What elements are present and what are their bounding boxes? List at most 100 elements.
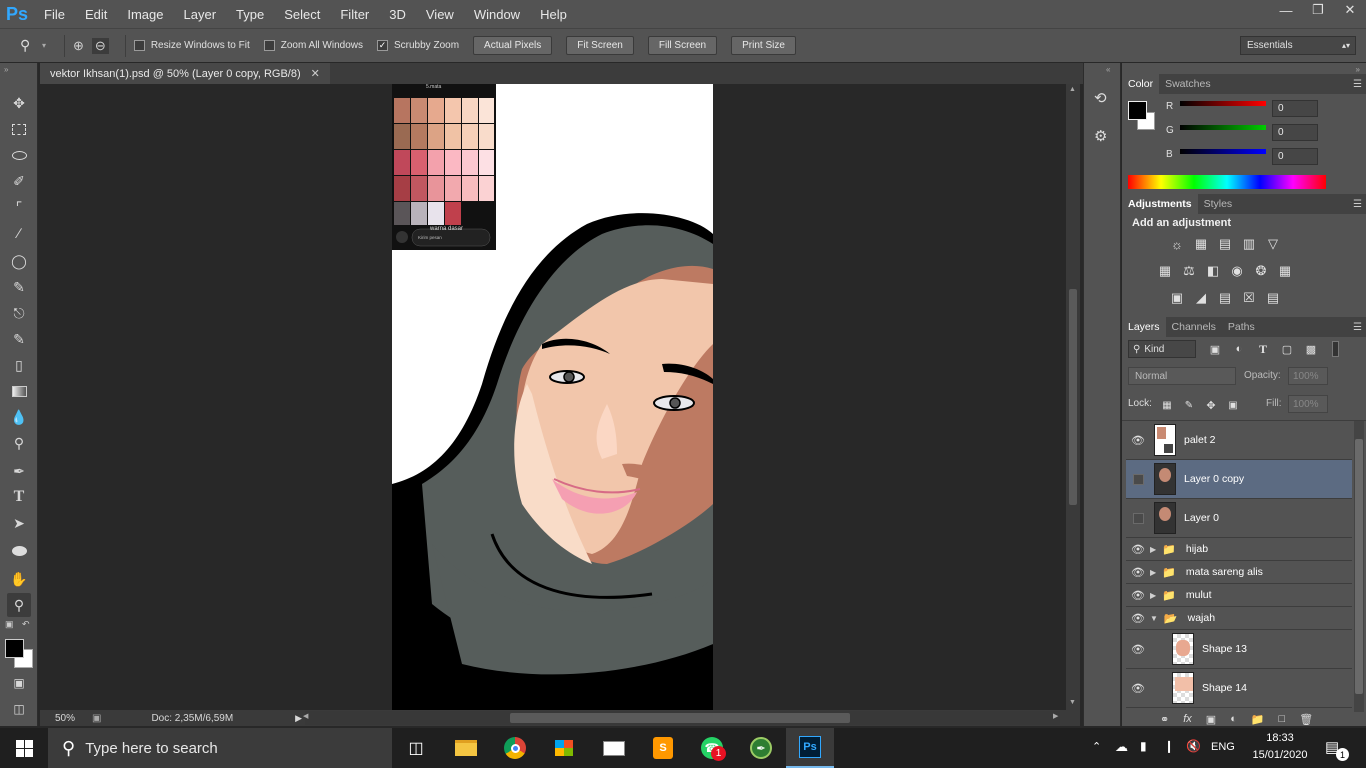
expand-arrow-icon[interactable]: ▶ (1150, 591, 1156, 600)
channel-r-value[interactable]: 0 (1272, 100, 1318, 117)
blend-mode-select[interactable]: Normal (1128, 367, 1236, 385)
delete-layer-icon[interactable]: 🗑 (1299, 713, 1313, 726)
eye-icon[interactable]: 👁 (1126, 589, 1150, 602)
clone-stamp-tool-icon[interactable]: ⎋ (7, 301, 31, 325)
status-menu-arrow-icon[interactable]: ▶ (295, 713, 302, 724)
photo-filter-icon[interactable]: ◉ (1228, 262, 1246, 280)
restore-button[interactable]: ❐ (1302, 0, 1334, 20)
shape-filter-icon[interactable]: ▢ (1278, 340, 1296, 358)
menu-select[interactable]: Select (274, 0, 330, 28)
taskbar-search[interactable]: ⚲ Type here to search (48, 728, 392, 768)
foreground-color-swatch[interactable] (5, 639, 24, 658)
channel-b-slider[interactable] (1180, 149, 1266, 154)
vibrance-icon[interactable]: ▽ (1264, 235, 1282, 253)
minimize-button[interactable]: — (1270, 0, 1302, 20)
vertical-scroll-thumb[interactable] (1069, 289, 1077, 505)
quick-selection-tool-icon[interactable]: ✐ (7, 169, 31, 193)
language-indicator[interactable]: ENG (1211, 741, 1235, 753)
microsoft-store-icon[interactable] (550, 734, 578, 762)
canvas-area[interactable]: 5.mata warna dasar Kirim pesan (40, 84, 1066, 710)
layers-scrollbar[interactable] (1354, 421, 1364, 713)
tab-styles[interactable]: Styles (1198, 194, 1239, 214)
curves-icon[interactable]: ▤ (1216, 235, 1234, 253)
color-lookup-icon[interactable]: ▦ (1276, 262, 1294, 280)
pen-app-icon[interactable]: ✒ (747, 734, 775, 762)
lock-all-icon[interactable]: ▣ (1224, 396, 1242, 414)
hue-saturation-icon[interactable]: ▦ (1156, 262, 1174, 280)
dodge-tool-icon[interactable]: ⚲ (7, 431, 31, 455)
smart-object-filter-icon[interactable]: ▩ (1302, 340, 1320, 358)
type-tool-icon[interactable]: T (7, 485, 31, 509)
tab-channels[interactable]: Channels (1166, 317, 1222, 337)
mail-icon[interactable] (600, 734, 628, 762)
zoom-all-checkbox[interactable]: Zoom All Windows (263, 40, 363, 51)
lock-position-icon[interactable]: ✥ (1202, 396, 1220, 414)
document-canvas[interactable]: 5.mata warna dasar Kirim pesan (392, 84, 713, 710)
channel-b-value[interactable]: 0 (1272, 148, 1318, 165)
close-tab-icon[interactable]: ✕ (311, 67, 320, 80)
horizontal-scroll-thumb[interactable] (510, 713, 850, 723)
screen-mode-icon[interactable]: ◫ (7, 697, 31, 721)
actual-pixels-button[interactable]: Actual Pixels (473, 36, 553, 55)
layer-row[interactable]: Layer 0 copy (1126, 460, 1352, 499)
chrome-icon[interactable] (501, 734, 529, 762)
collapse-panels-icon[interactable]: » (1356, 65, 1360, 74)
levels-icon[interactable]: ▦ (1192, 235, 1210, 253)
brush-tool-icon[interactable]: ✎ (7, 275, 31, 299)
layers-scroll-thumb[interactable] (1355, 439, 1363, 694)
horizontal-scrollbar[interactable]: ◀ ▶ (303, 711, 1060, 725)
fg-color-swatch[interactable] (1128, 101, 1147, 120)
status-icon[interactable]: ▣ (92, 713, 101, 724)
close-button[interactable]: ✕ (1334, 0, 1366, 20)
pixel-filter-icon[interactable]: ▣ (1206, 340, 1224, 358)
crop-tool-icon[interactable]: ⌜ (7, 195, 31, 219)
layer-group-row[interactable]: 👁 ▶ 📁 hijab (1126, 538, 1352, 561)
sublime-text-icon[interactable]: S (649, 734, 677, 762)
task-view-icon[interactable]: ◫ (402, 734, 430, 762)
channel-mixer-icon[interactable]: ❂ (1252, 262, 1270, 280)
pen-tool-icon[interactable]: ✒ (7, 459, 31, 483)
eye-icon[interactable]: 👁 (1126, 643, 1150, 656)
new-adjustment-icon[interactable]: ◐ (1230, 713, 1237, 725)
gradient-map-icon[interactable]: ▤ (1264, 289, 1282, 307)
layer-group-row[interactable]: 👁 ▶ 📁 mulut (1126, 584, 1352, 607)
chevron-down-icon[interactable]: ▾ (42, 41, 46, 50)
expand-arrow-icon[interactable]: ▶ (1150, 545, 1156, 554)
eye-icon[interactable]: 👁 (1126, 566, 1150, 579)
layer-group-row[interactable]: 👁 ▶ 📁 mata sareng alis (1126, 561, 1352, 584)
workspace-select[interactable]: Essentials ▴▾ (1240, 36, 1356, 55)
menu-3d[interactable]: 3D (379, 0, 416, 28)
layer-row[interactable]: Layer 0 (1126, 499, 1352, 538)
exposure-icon[interactable]: ▥ (1240, 235, 1258, 253)
path-selection-tool-icon[interactable]: ➤ (7, 511, 31, 535)
eye-icon[interactable]: 👁 (1126, 434, 1150, 447)
tab-swatches[interactable]: Swatches (1159, 74, 1217, 94)
file-explorer-icon[interactable] (452, 734, 480, 762)
collapse-icon[interactable]: » (4, 65, 8, 74)
link-layers-icon[interactable]: ⚭ (1160, 713, 1169, 726)
opacity-input[interactable]: 100% (1288, 367, 1328, 385)
menu-type[interactable]: Type (226, 0, 274, 28)
eye-icon[interactable]: 👁 (1126, 612, 1150, 625)
layer-filter-select[interactable]: ⚲ Kind (1128, 340, 1196, 358)
marquee-tool-icon[interactable] (7, 117, 31, 141)
zoom-level[interactable]: 50% (55, 713, 87, 724)
scroll-down-icon[interactable]: ▼ (1069, 699, 1076, 706)
zoom-in-icon[interactable]: ⊕ (73, 38, 84, 54)
vertical-scrollbar[interactable]: ▲ ▼ (1066, 84, 1080, 710)
collapse-arrow-icon[interactable]: ▼ (1150, 614, 1158, 623)
healing-brush-tool-icon[interactable]: ◯ (7, 249, 31, 273)
swap-colors-icon[interactable]: ↶ (22, 619, 30, 630)
menu-help[interactable]: Help (530, 0, 577, 28)
filter-toggle[interactable] (1332, 341, 1339, 357)
posterize-icon[interactable]: ◢ (1192, 289, 1210, 307)
clock-time[interactable]: 18:33 (1250, 732, 1310, 744)
panel-menu-icon[interactable]: ☰ (1353, 322, 1362, 333)
hand-tool-icon[interactable]: ✋ (7, 567, 31, 591)
properties-panel-icon[interactable]: ⚙ (1094, 127, 1107, 145)
volume-muted-icon[interactable]: 🔇 (1186, 739, 1201, 753)
lock-pixels-icon[interactable]: ✎ (1180, 396, 1198, 414)
layer-row[interactable]: 👁 palet 2 (1126, 421, 1352, 460)
threshold-icon[interactable]: ▤ (1216, 289, 1234, 307)
tab-color[interactable]: Color (1122, 74, 1160, 94)
